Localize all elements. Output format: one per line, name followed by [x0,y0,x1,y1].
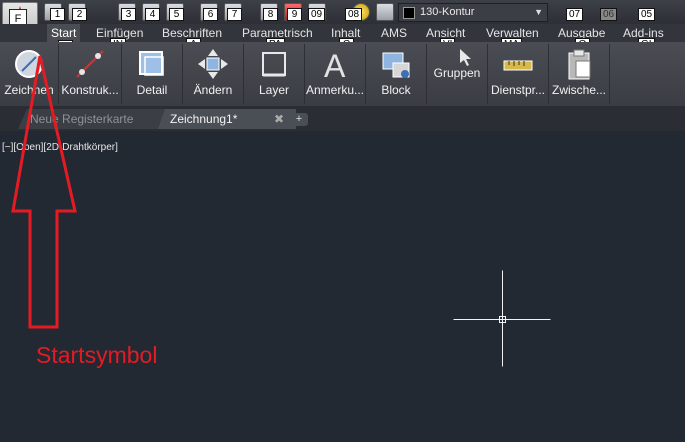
layer-button[interactable]: Layer [244,44,305,104]
aendern-button[interactable]: Ändern [183,44,244,104]
layer-icon [262,52,286,77]
block-icon [382,52,410,78]
aendern-label: Ändern [193,83,233,97]
move-arrows-icon [198,49,228,79]
tab-ams[interactable]: AMS [381,26,407,40]
zwischenablage-button[interactable]: Zwische... [549,44,610,104]
draw-circle-icon [15,50,43,78]
new-tab-plus-icon[interactable]: + [290,113,308,126]
layer-name: 130-Kontur [420,6,475,18]
block-button[interactable]: Block [366,44,427,104]
zeichnen-button[interactable]: Zeichnen [0,44,59,104]
startsymbol-label: Startsymbol [36,342,158,368]
keytip-qat-09: 09 [308,8,326,21]
keytip-qat-5: 5 [169,8,184,21]
gruppen-button[interactable]: Gruppen [427,44,488,104]
dienstprogramme-label: Dienstpr... [490,83,546,97]
zeichnen-label: Zeichnen [4,83,54,97]
doc-tab-label: Zeichnung1* [170,112,238,126]
keytip-qat-7: 7 [227,8,242,21]
keytip-qat-3: 3 [121,8,136,21]
keytip-qat-1: 1 [50,8,65,21]
keytip-qat-05: 05 [638,8,656,21]
keytip-qat-4: 4 [145,8,160,21]
layer-dropdown[interactable]: 130-Kontur ▼ [398,3,548,22]
anmerkung-label: Anmerku... [305,83,365,97]
construct-line-icon [76,50,104,78]
quick-access-toolbar: 1 2 3 4 5 6 7 8 9 09 08 130-Kontur ▼ 07 … [0,0,685,24]
doc-tab-neue-registerkarte[interactable]: Neue Registerkarte [18,109,168,129]
clipboard-icon [568,49,591,80]
keytip-qat-07: 07 [566,8,584,21]
zwischenablage-label: Zwische... [551,83,606,97]
keytip-qat-9: 9 [287,8,302,21]
drawing-canvas[interactable] [0,131,685,442]
close-icon[interactable]: ✖ [274,109,284,129]
annotation-a-icon: A [324,48,346,81]
keytip-qat-6: 6 [203,8,218,21]
dienstprogramme-button[interactable]: Dienstpr... [488,44,549,104]
doc-tab-label: Neue Registerkarte [30,112,134,126]
anmerkung-button[interactable]: A Anmerku... [305,44,366,104]
layer-label: Layer [258,83,290,97]
keytip-qat-08: 08 [345,8,363,21]
layer-lock-icon[interactable] [376,3,394,21]
block-label: Block [381,83,411,97]
gruppen-label: Gruppen [433,66,481,80]
detail-button[interactable]: Detail [122,44,183,104]
layer-color-swatch [403,7,415,19]
konstruktion-button[interactable]: Konstruk... [59,44,122,104]
measure-icon [503,60,533,71]
konstruktion-label: Konstruk... [61,83,119,97]
detail-label: Detail [136,83,168,97]
viewport-controls[interactable]: [−][Oben][2D-Drahtkörper] [2,142,118,153]
svg-text:A: A [324,48,346,81]
doc-tab-zeichnung1[interactable]: Zeichnung1* ✖ [158,109,296,129]
keytip-qat-06: 06 [600,8,618,21]
keytip-qat-2: 2 [72,8,87,21]
detail-icon [139,51,164,76]
chevron-down-icon: ▼ [534,7,543,17]
keytip-qat-8: 8 [263,8,278,21]
